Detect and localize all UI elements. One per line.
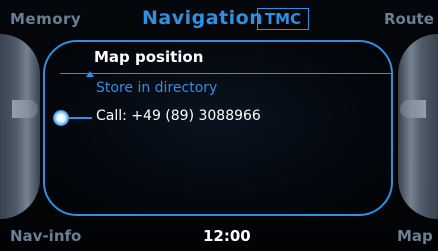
scroll-up-icon [86, 71, 94, 77]
navigation-screen: Memory Navigation TMC Route Map position… [0, 0, 438, 251]
top-bar: Memory Navigation TMC Route [0, 0, 438, 36]
left-rotary-knob[interactable] [0, 34, 40, 219]
route-softkey[interactable]: Route [384, 10, 434, 28]
menu-panel [43, 40, 393, 216]
clock: 12:00 [203, 227, 251, 245]
map-softkey[interactable]: Map [397, 227, 433, 245]
menu-title: Map position [94, 48, 204, 66]
right-rotary-knob[interactable] [398, 34, 438, 219]
left-knob-highlight [12, 100, 38, 118]
page-title: Navigation [142, 7, 264, 29]
tmc-badge[interactable]: TMC [257, 8, 309, 30]
memory-softkey[interactable]: Memory [10, 10, 81, 28]
panel-divider [60, 73, 392, 74]
nav-info-softkey[interactable]: Nav-info [10, 227, 81, 245]
menu-item-store-directory[interactable]: Store in directory [96, 80, 217, 96]
selection-pointer-dot [53, 110, 69, 126]
menu-item-call[interactable]: Call: +49 (89) 3088966 [96, 108, 261, 124]
right-knob-highlight [400, 100, 426, 118]
